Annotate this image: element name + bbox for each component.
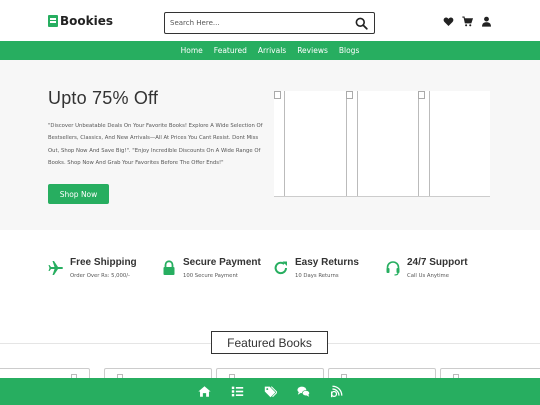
- feature-title: Easy Returns: [295, 257, 359, 268]
- hero-title: Upto 75% Off: [48, 88, 159, 108]
- feature-subtitle: Call Us Anytime: [407, 273, 449, 279]
- redo-icon: [274, 261, 287, 275]
- hero-description: "Discover Unbeatable Deals On Your Favor…: [48, 123, 263, 166]
- search-box: [164, 12, 375, 34]
- featured-heading: Featured Books: [211, 331, 328, 354]
- user-icon[interactable]: [481, 16, 492, 27]
- feature-subtitle: Order Over Rs: 5,000/-: [70, 273, 130, 279]
- main-nav: Home Featured Arrivals Reviews Blogs: [0, 41, 540, 60]
- feature-title: Free Shipping: [70, 257, 137, 268]
- header-icons: [443, 16, 492, 27]
- slide-divider: [418, 91, 419, 196]
- broken-image-icon: [418, 91, 425, 99]
- feature-subtitle: 10 Days Returns: [295, 273, 339, 279]
- cart-icon[interactable]: [462, 16, 473, 27]
- book-icon: [48, 15, 58, 27]
- broken-image-icon: [346, 91, 353, 99]
- comments-icon[interactable]: [296, 385, 310, 398]
- nav-reviews[interactable]: Reviews: [297, 46, 328, 55]
- feature-title: Secure Payment: [183, 257, 261, 268]
- bottom-nav: [0, 378, 540, 405]
- feature-subtitle: 100 Secure Payment: [183, 273, 238, 279]
- search-input[interactable]: [165, 19, 345, 27]
- slide-divider: [429, 91, 430, 196]
- search-icon[interactable]: [355, 17, 368, 30]
- feature-secure-payment: Secure Payment 100 Secure Payment: [161, 257, 261, 279]
- logo[interactable]: Bookies: [48, 14, 113, 28]
- brand-name: Bookies: [60, 14, 114, 28]
- home-icon[interactable]: [197, 385, 211, 398]
- nav-arrivals[interactable]: Arrivals: [258, 46, 286, 55]
- book-slider[interactable]: [274, 91, 490, 197]
- blog-icon[interactable]: [330, 385, 343, 398]
- heart-icon[interactable]: [443, 16, 454, 27]
- shop-now-button[interactable]: Shop Now: [48, 184, 109, 204]
- feature-easy-returns: Easy Returns 10 Days Returns: [273, 257, 359, 279]
- nav-featured[interactable]: Featured: [214, 46, 247, 55]
- lock-icon: [163, 260, 175, 275]
- list-icon[interactable]: [231, 385, 244, 398]
- broken-image-icon: [274, 91, 281, 99]
- feature-title: 24/7 Support: [407, 257, 468, 268]
- slide-divider: [357, 91, 358, 196]
- slide-divider: [284, 91, 285, 196]
- nav-home[interactable]: Home: [181, 46, 203, 55]
- tags-icon[interactable]: [264, 385, 277, 398]
- hero-section: Upto 75% Off "Discover Unbeatable Deals …: [0, 60, 540, 230]
- plane-icon: [48, 261, 63, 275]
- header: Bookies: [0, 0, 540, 41]
- nav-blogs[interactable]: Blogs: [339, 46, 360, 55]
- feature-support: 24/7 Support Call Us Anytime: [385, 257, 468, 279]
- headset-icon: [386, 261, 400, 276]
- slide-divider: [346, 91, 347, 196]
- feature-free-shipping: Free Shipping Order Over Rs: 5,000/-: [48, 257, 137, 279]
